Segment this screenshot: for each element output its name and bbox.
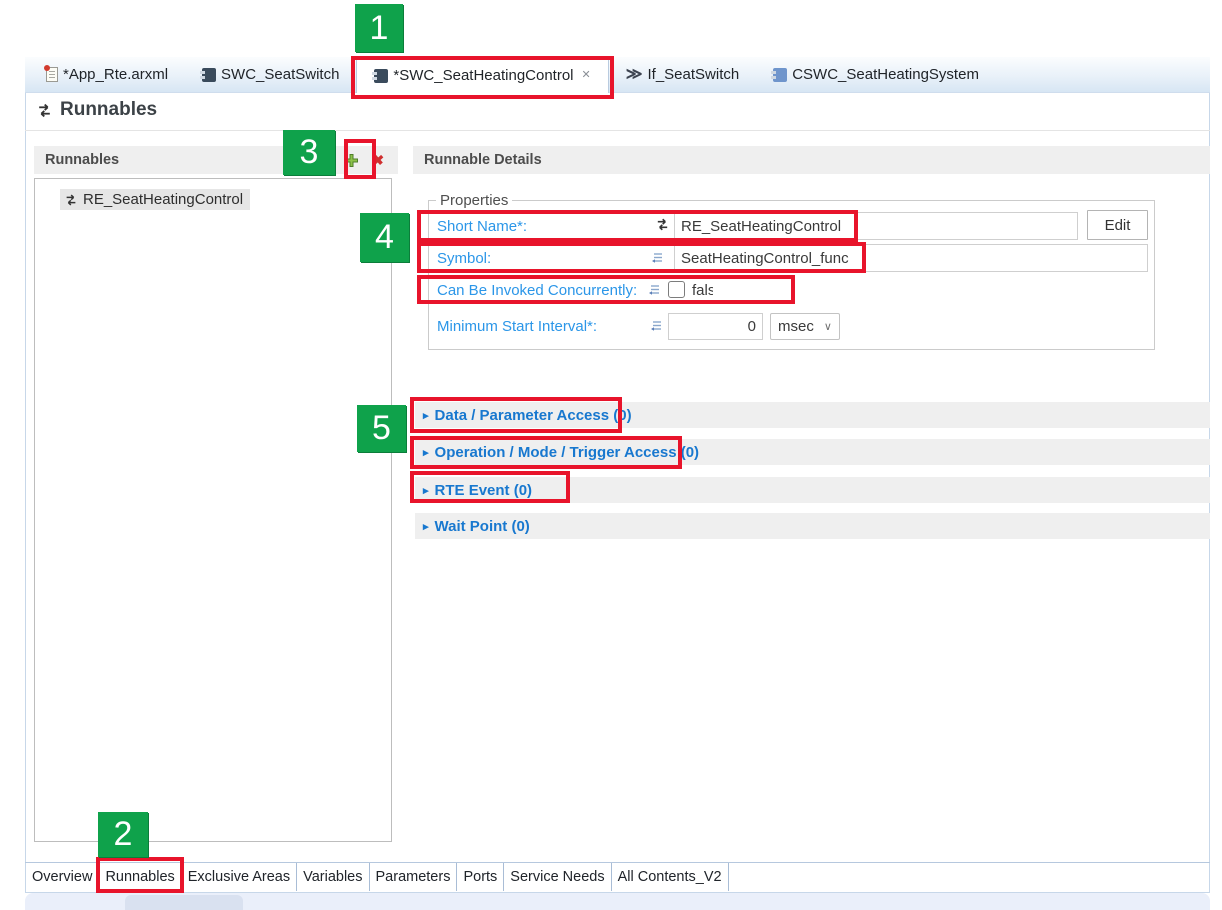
component-icon	[202, 68, 216, 82]
tab-label: CSWC_SeatHeatingSystem	[792, 66, 979, 83]
short-name-row: Short Name*:	[437, 212, 527, 240]
symbol-input[interactable]: SeatHeatingControl_func	[674, 244, 1148, 272]
tab-swc-seatswitch[interactable]: SWC_SeatSwitch	[185, 57, 356, 92]
page-title-text: Runnables	[60, 99, 157, 121]
min-start-interval-input[interactable]: 0	[668, 313, 763, 340]
runnable-icon	[655, 217, 670, 232]
concurrent-checkbox[interactable]	[668, 281, 685, 298]
runnable-details-header: Runnable Details	[413, 146, 1210, 174]
tab-cswc-seatheatingsystem[interactable]: CSWC_SeatHeatingSystem	[756, 57, 996, 92]
bottom-tab-overview[interactable]: Overview	[26, 863, 99, 891]
symbol-value: SeatHeatingControl_func	[681, 250, 849, 267]
composition-icon	[773, 68, 787, 82]
editor-tabbar: *App_Rte.arxml SWC_SeatSwitch *SWC_SeatH…	[25, 57, 1210, 93]
disclosure-icon: ▸	[423, 484, 429, 497]
disclosure-icon: ▸	[423, 520, 429, 533]
runnable-icon	[64, 193, 78, 207]
min-start-interval-unit-select[interactable]: msec ∨	[770, 313, 840, 340]
section-rte-event[interactable]: ▸ RTE Event (0)	[415, 477, 1210, 503]
bottom-tabbar: Overview Runnables Exclusive Areas Varia…	[26, 863, 729, 891]
symbol-row: Symbol:	[437, 244, 491, 272]
section-label: Data / Parameter Access (0)	[435, 407, 632, 424]
concurrent-row: Can Be Invoked Concurrently:	[437, 277, 637, 303]
min-start-interval-label: Minimum Start Interval*:	[437, 318, 597, 335]
bottom-tab-all-contents-v2[interactable]: All Contents_V2	[612, 863, 729, 891]
bottom-tab-ports[interactable]: Ports	[457, 863, 504, 891]
attribute-icon	[650, 319, 663, 332]
close-icon[interactable]: ✕	[582, 70, 591, 81]
annotation-step-1: 1	[355, 4, 403, 52]
tab-if-seatswitch[interactable]: ≫ If_SeatSwitch	[609, 57, 756, 92]
disclosure-icon: ▸	[423, 409, 429, 422]
tab-label: *App_Rte.arxml	[63, 66, 168, 83]
bottom-tab-service-needs[interactable]: Service Needs	[504, 863, 611, 891]
edit-button[interactable]: Edit	[1087, 210, 1148, 240]
bottom-tab-exclusive-areas[interactable]: Exclusive Areas	[182, 863, 297, 891]
concurrent-label: Can Be Invoked Concurrently:	[437, 282, 637, 299]
bottom-tab-variables[interactable]: Variables	[297, 863, 369, 891]
min-start-interval-value: 0	[748, 318, 756, 335]
runnables-panel-header: Runnables ✖	[34, 146, 398, 174]
tree-item-label: RE_SeatHeatingControl	[83, 191, 243, 208]
section-label: Wait Point (0)	[435, 518, 530, 535]
unit-value: msec	[778, 318, 814, 335]
disclosure-icon: ▸	[423, 446, 429, 459]
min-start-interval-row: Minimum Start Interval*:	[437, 313, 597, 340]
tab-label: SWC_SeatSwitch	[221, 66, 339, 83]
tab-swc-seatheatingcontrol[interactable]: *SWC_SeatHeatingControl ✕	[356, 57, 608, 93]
section-wait-point[interactable]: ▸ Wait Point (0)	[415, 513, 1210, 539]
tab-app-rte-arxml[interactable]: *App_Rte.arxml	[29, 57, 185, 92]
tab-label: If_SeatSwitch	[647, 66, 739, 83]
tree-item-re-seatheatingcontrol[interactable]: RE_SeatHeatingControl	[60, 189, 250, 210]
file-icon	[46, 67, 58, 82]
bottom-tab-runnables[interactable]: Runnables	[99, 863, 181, 891]
short-name-value: RE_SeatHeatingControl	[681, 218, 841, 235]
section-label: RTE Event (0)	[435, 482, 533, 499]
section-operation-mode-trigger-access[interactable]: ▸ Operation / Mode / Trigger Access (0)	[415, 439, 1210, 465]
bottom-strip	[25, 893, 1210, 910]
interface-icon: ≫	[626, 67, 643, 83]
divider	[25, 130, 1210, 131]
page-title: Runnables	[36, 99, 157, 121]
attribute-icon	[648, 283, 661, 296]
delete-runnable-button[interactable]: ✖	[368, 151, 388, 169]
bottom-strip-tab	[125, 895, 243, 910]
runnables-tree: RE_SeatHeatingControl	[34, 178, 392, 842]
component-icon	[374, 69, 388, 83]
properties-legend: Properties	[436, 192, 512, 209]
symbol-label: Symbol:	[437, 250, 491, 267]
tab-label: *SWC_SeatHeatingControl	[393, 67, 573, 84]
runnable-details-title: Runnable Details	[424, 152, 542, 168]
short-name-input[interactable]: RE_SeatHeatingControl	[674, 212, 1078, 240]
section-label: Operation / Mode / Trigger Access (0)	[435, 444, 700, 461]
section-data-parameter-access[interactable]: ▸ Data / Parameter Access (0)	[415, 402, 1210, 428]
attribute-icon	[651, 251, 664, 264]
bottom-tab-parameters[interactable]: Parameters	[370, 863, 458, 891]
concurrent-value: fals	[692, 282, 713, 299]
runnables-panel-title: Runnables	[45, 152, 119, 168]
short-name-label: Short Name*:	[437, 218, 527, 235]
add-runnable-button[interactable]	[342, 151, 360, 169]
app-window: *App_Rte.arxml SWC_SeatSwitch *SWC_SeatH…	[0, 0, 1222, 910]
runnable-icon	[36, 102, 53, 119]
chevron-down-icon: ∨	[824, 320, 832, 333]
